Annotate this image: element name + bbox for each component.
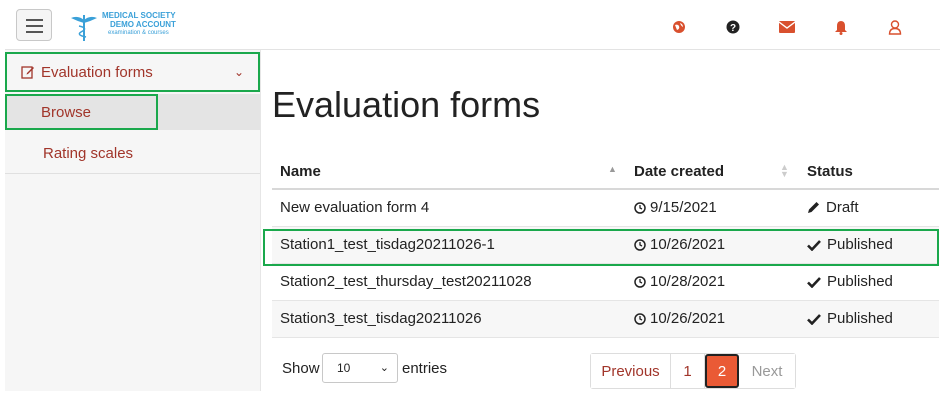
pagination-previous-button[interactable]: Previous	[591, 354, 671, 388]
form-name[interactable]: Station3_test_tisdag20211026	[280, 310, 482, 327]
page-title: Evaluation forms	[272, 84, 541, 125]
pagination: Previous 1 2 Next	[590, 353, 796, 389]
entries-label: entries	[402, 360, 448, 377]
table-row[interactable]: Station3_test_tisdag20211026 10/26/2021 …	[272, 301, 939, 338]
column-header-name[interactable]: Name	[280, 163, 321, 180]
pagination-next-button[interactable]: Next	[739, 354, 795, 388]
status-cell: Published	[807, 236, 893, 253]
form-name[interactable]: Station1_test_tisdag20211026-1	[280, 236, 495, 253]
status-text: Published	[827, 236, 893, 253]
clock-icon	[634, 238, 646, 251]
check-icon	[807, 313, 821, 325]
sidebar-item-label: Rating scales	[43, 145, 134, 162]
clock-icon	[634, 312, 646, 325]
main-content: Evaluation forms Name ▲ Date created ▲ ▼ …	[261, 50, 941, 391]
check-icon	[807, 276, 821, 288]
logo-line-2: DEMO ACCOUNT	[110, 19, 176, 29]
status-cell: Published	[807, 310, 893, 327]
clock-icon	[634, 275, 646, 288]
date-created-cell: 9/15/2021	[634, 199, 717, 216]
date-created-cell: 10/26/2021	[634, 236, 725, 253]
browse-highlight-frame	[5, 94, 158, 130]
globe-icon[interactable]	[652, 17, 706, 37]
form-name[interactable]: New evaluation form 4	[280, 199, 429, 216]
date-created-cell: 10/28/2021	[634, 273, 725, 290]
sort-both-icon[interactable]: ▲ ▼	[780, 163, 789, 179]
logo-text: MEDICAL SOCIETY DEMO ACCOUNT examination…	[102, 11, 176, 38]
user-icon[interactable]	[868, 17, 922, 37]
check-icon	[807, 239, 821, 251]
caduceus-icon	[71, 15, 97, 41]
sidebar: Evaluation forms ⌄ Browse Rating scales	[5, 50, 261, 391]
top-icon-group: ?	[652, 17, 922, 37]
form-name[interactable]: Station2_test_thursday_test20211028	[280, 273, 532, 290]
forms-table: Name ▲ Date created ▲ ▼ Status New evalua…	[272, 154, 939, 338]
status-text: Published	[827, 273, 893, 290]
sort-asc-icon[interactable]: ▲	[608, 164, 617, 174]
pencil-icon	[808, 202, 819, 213]
top-navbar: MEDICAL SOCIETY DEMO ACCOUNT examination…	[5, 3, 940, 50]
help-icon[interactable]: ?	[706, 17, 760, 37]
column-header-status[interactable]: Status	[807, 163, 853, 180]
chevron-down-icon: ⌄	[379, 362, 389, 374]
table-row[interactable]: New evaluation form 4 9/15/2021 Draft	[272, 190, 939, 227]
bell-icon[interactable]	[814, 17, 868, 37]
date-text: 9/15/2021	[650, 199, 717, 216]
entries-select-value: 10	[337, 361, 351, 375]
status-cell: Published	[807, 273, 893, 290]
clock-icon	[634, 201, 646, 214]
logo[interactable]: MEDICAL SOCIETY DEMO ACCOUNT examination…	[69, 11, 199, 44]
mail-icon[interactable]	[760, 17, 814, 37]
status-cell: Draft	[807, 199, 859, 216]
pagination-page-1[interactable]: 1	[671, 354, 705, 388]
svg-text:?: ?	[730, 23, 736, 34]
show-label: Show	[282, 360, 320, 377]
menu-toggle-button[interactable]	[16, 9, 52, 41]
table-footer: Show 10 ⌄ entries Previous 1 2 Next	[272, 350, 939, 390]
table-row[interactable]: Station2_test_thursday_test20211028 10/2…	[272, 264, 939, 301]
date-text: 10/26/2021	[650, 310, 726, 327]
date-text: 10/26/2021	[650, 236, 726, 253]
status-text: Published	[827, 310, 893, 327]
column-header-date-created[interactable]: Date created	[634, 163, 724, 180]
date-text: 10/28/2021	[650, 273, 726, 290]
status-text: Draft	[826, 199, 859, 216]
logo-line-3: examination & courses	[108, 30, 169, 36]
sidebar-item-label: Evaluation forms	[41, 63, 153, 81]
chevron-down-icon: ⌄	[233, 65, 244, 79]
date-created-cell: 10/26/2021	[634, 310, 725, 327]
edit-icon	[21, 66, 34, 79]
table-row[interactable]: Station1_test_tisdag20211026-1 10/26/202…	[272, 227, 939, 264]
entries-select[interactable]: 10 ⌄	[322, 353, 398, 383]
sidebar-item-evaluation-forms[interactable]: Evaluation forms ⌄	[5, 52, 260, 92]
pagination-page-2[interactable]: 2	[705, 354, 739, 388]
sidebar-item-rating-scales[interactable]: Rating scales	[5, 134, 260, 174]
table-header: Name ▲ Date created ▲ ▼ Status	[272, 154, 939, 190]
